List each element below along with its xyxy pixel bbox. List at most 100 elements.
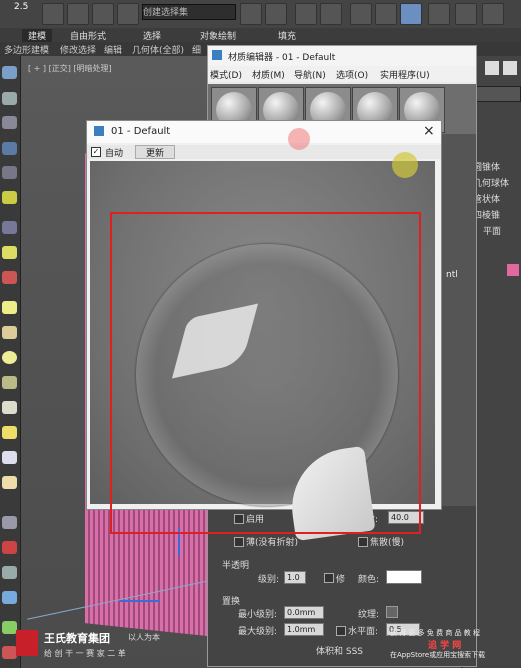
tab-freeform[interactable]: 自由形式 — [70, 29, 106, 42]
click-indicator — [288, 128, 310, 150]
menu-options[interactable]: 选项(O) — [336, 68, 368, 81]
cone-icon[interactable] — [2, 401, 17, 414]
menu-utilities[interactable]: 实用程序(U) — [380, 68, 430, 81]
panel-icon[interactable] — [2, 166, 17, 179]
ribbon-tabs: 建模 自由形式 选择 对象绘制 填充 — [0, 28, 521, 42]
cloud-icon[interactable] — [2, 92, 17, 105]
layer-icon[interactable] — [295, 3, 317, 25]
thin-wall-checkbox[interactable] — [234, 537, 244, 547]
caustics-label: 焦散(慢) — [370, 538, 405, 548]
auto-checkbox[interactable]: ✓ — [91, 147, 101, 157]
grass-icon[interactable] — [2, 516, 17, 529]
left-tool-column — [0, 56, 21, 668]
app-icon — [212, 50, 222, 60]
box-select-icon[interactable] — [2, 116, 17, 129]
editor-side-toolbar: ntl — [440, 134, 476, 506]
circle-icon[interactable] — [2, 351, 17, 364]
mirror-icon[interactable] — [240, 3, 262, 25]
tab-populate[interactable]: 填充 — [278, 29, 296, 42]
material-editor-title: 材质编辑器 - 01 - Default — [228, 53, 336, 63]
version-text: 2.5 — [14, 2, 29, 12]
main-toolbar: 2.5 创建选择集 — [0, 0, 521, 29]
align-icon[interactable] — [265, 3, 287, 25]
update-button[interactable]: 更新 — [135, 145, 175, 159]
color-label: 颜色: — [358, 575, 380, 585]
translucency-color-swatch[interactable] — [386, 570, 422, 584]
texture-map-button[interactable] — [386, 606, 398, 618]
level-label: 级别: — [258, 575, 280, 585]
schematic-icon[interactable] — [375, 3, 397, 25]
teapot-icon[interactable] — [2, 376, 17, 389]
sphere-tool-icon[interactable] — [2, 246, 17, 259]
material-editor-icon[interactable] — [400, 3, 422, 25]
level-field[interactable]: 1.0 — [284, 571, 306, 584]
tab-object-paint[interactable]: 对象绘制 — [200, 29, 236, 42]
rendered-frame-icon[interactable] — [455, 3, 477, 25]
helper-icon[interactable] — [2, 566, 17, 579]
ribbon-modify-selection[interactable]: 修改选择 — [60, 43, 96, 56]
percent-snap-icon[interactable] — [67, 3, 89, 25]
menu-mode[interactable]: 模式(D) — [210, 68, 242, 81]
red-ring-icon[interactable] — [2, 271, 17, 284]
menu-navigation[interactable]: 导航(N) — [294, 68, 326, 81]
material-editor-titlebar: 材质编辑器 - 01 - Default — [208, 46, 476, 66]
material-preview-window: 01 - Default × ✓ 自动 更新 — [86, 120, 442, 542]
brand-sub: 给 创 干 一 赛 家 二 革 — [44, 649, 126, 658]
tab-selection[interactable]: 选择 — [143, 29, 161, 42]
select-tool-icon[interactable] — [2, 66, 17, 79]
min-level-field[interactable]: 0.0mm — [284, 606, 324, 619]
gear-icon[interactable] — [2, 591, 17, 604]
light-icon[interactable] — [2, 191, 17, 204]
curve-editor-icon[interactable] — [350, 3, 372, 25]
promo-sub: 在AppStore或应用宝搜索下载 — [390, 651, 486, 659]
ribbon-more[interactable]: 细 — [192, 43, 201, 56]
edit-poly-icon[interactable] — [2, 221, 17, 234]
preview-render-area[interactable] — [90, 161, 435, 542]
modify-label: 修 — [336, 575, 346, 585]
auto-label: 自动 — [105, 149, 124, 159]
preview-title: 01 - Default — [111, 126, 171, 137]
brand-slogan: 以人为本 — [128, 633, 160, 642]
brand-name: 王氏教育集团 — [44, 632, 110, 645]
brand-logo — [16, 630, 38, 656]
half-sphere-icon[interactable] — [2, 326, 17, 339]
modify-checkbox[interactable] — [324, 573, 334, 583]
ribbon-geometry-all[interactable]: 几何体(全部) — [132, 43, 184, 56]
preview-titlebar: 01 - Default × — [87, 121, 441, 143]
viewport-label[interactable]: [ + ] [正交] [明暗处理] — [28, 63, 112, 74]
select-move-icon[interactable] — [42, 3, 64, 25]
ribbon-poly-modeling[interactable]: 多边形建模 — [4, 43, 49, 56]
magnet-icon[interactable] — [92, 3, 114, 25]
scene-explorer-icon[interactable] — [320, 3, 342, 25]
min-level-label: 最小级别: — [238, 610, 278, 620]
selection-set-dropdown[interactable]: 创建选择集 — [142, 4, 236, 20]
promo-title: 获 得 更 多 免 费 商 品 教 程 — [390, 629, 481, 637]
hierarchy-icon[interactable] — [503, 61, 517, 75]
geo-icon[interactable] — [2, 476, 17, 489]
render-setup-icon[interactable] — [428, 3, 450, 25]
gizmo-x-axis — [120, 600, 160, 602]
object-color-swatch[interactable] — [507, 264, 519, 276]
translucency-header: 半透明 — [222, 561, 250, 571]
render-teapot-icon[interactable] — [482, 3, 504, 25]
app-icon — [94, 126, 104, 136]
thin-wall-label: 薄(没有折射) — [246, 538, 299, 548]
edit-named-icon[interactable] — [117, 3, 139, 25]
menu-material[interactable]: 材质(M) — [252, 68, 285, 81]
watermark: 王氏教育集团 以人为本 给 创 干 一 赛 家 二 革 获 得 更 多 免 费 … — [0, 626, 521, 668]
cursor-highlight — [392, 152, 418, 178]
tab-modeling[interactable]: 建模 — [22, 29, 53, 42]
ribbon-edit[interactable]: 编辑 — [104, 43, 122, 56]
close-icon[interactable]: × — [423, 123, 435, 139]
torus-icon[interactable] — [2, 451, 17, 464]
displacement-header: 置换 — [222, 597, 241, 607]
modify-icon[interactable] — [485, 61, 499, 75]
side-label: ntl — [446, 270, 458, 280]
grid-icon[interactable] — [2, 142, 17, 155]
particle-icon[interactable] — [2, 541, 17, 554]
material-editor-menubar: 模式(D) 材质(M) 导航(N) 选项(O) 实用程序(U) — [208, 66, 476, 82]
preview-toolbar: ✓ 自动 更新 — [87, 145, 441, 159]
sun-icon[interactable] — [2, 426, 17, 439]
rect-icon[interactable] — [2, 301, 17, 314]
caustics-checkbox[interactable] — [358, 537, 368, 547]
